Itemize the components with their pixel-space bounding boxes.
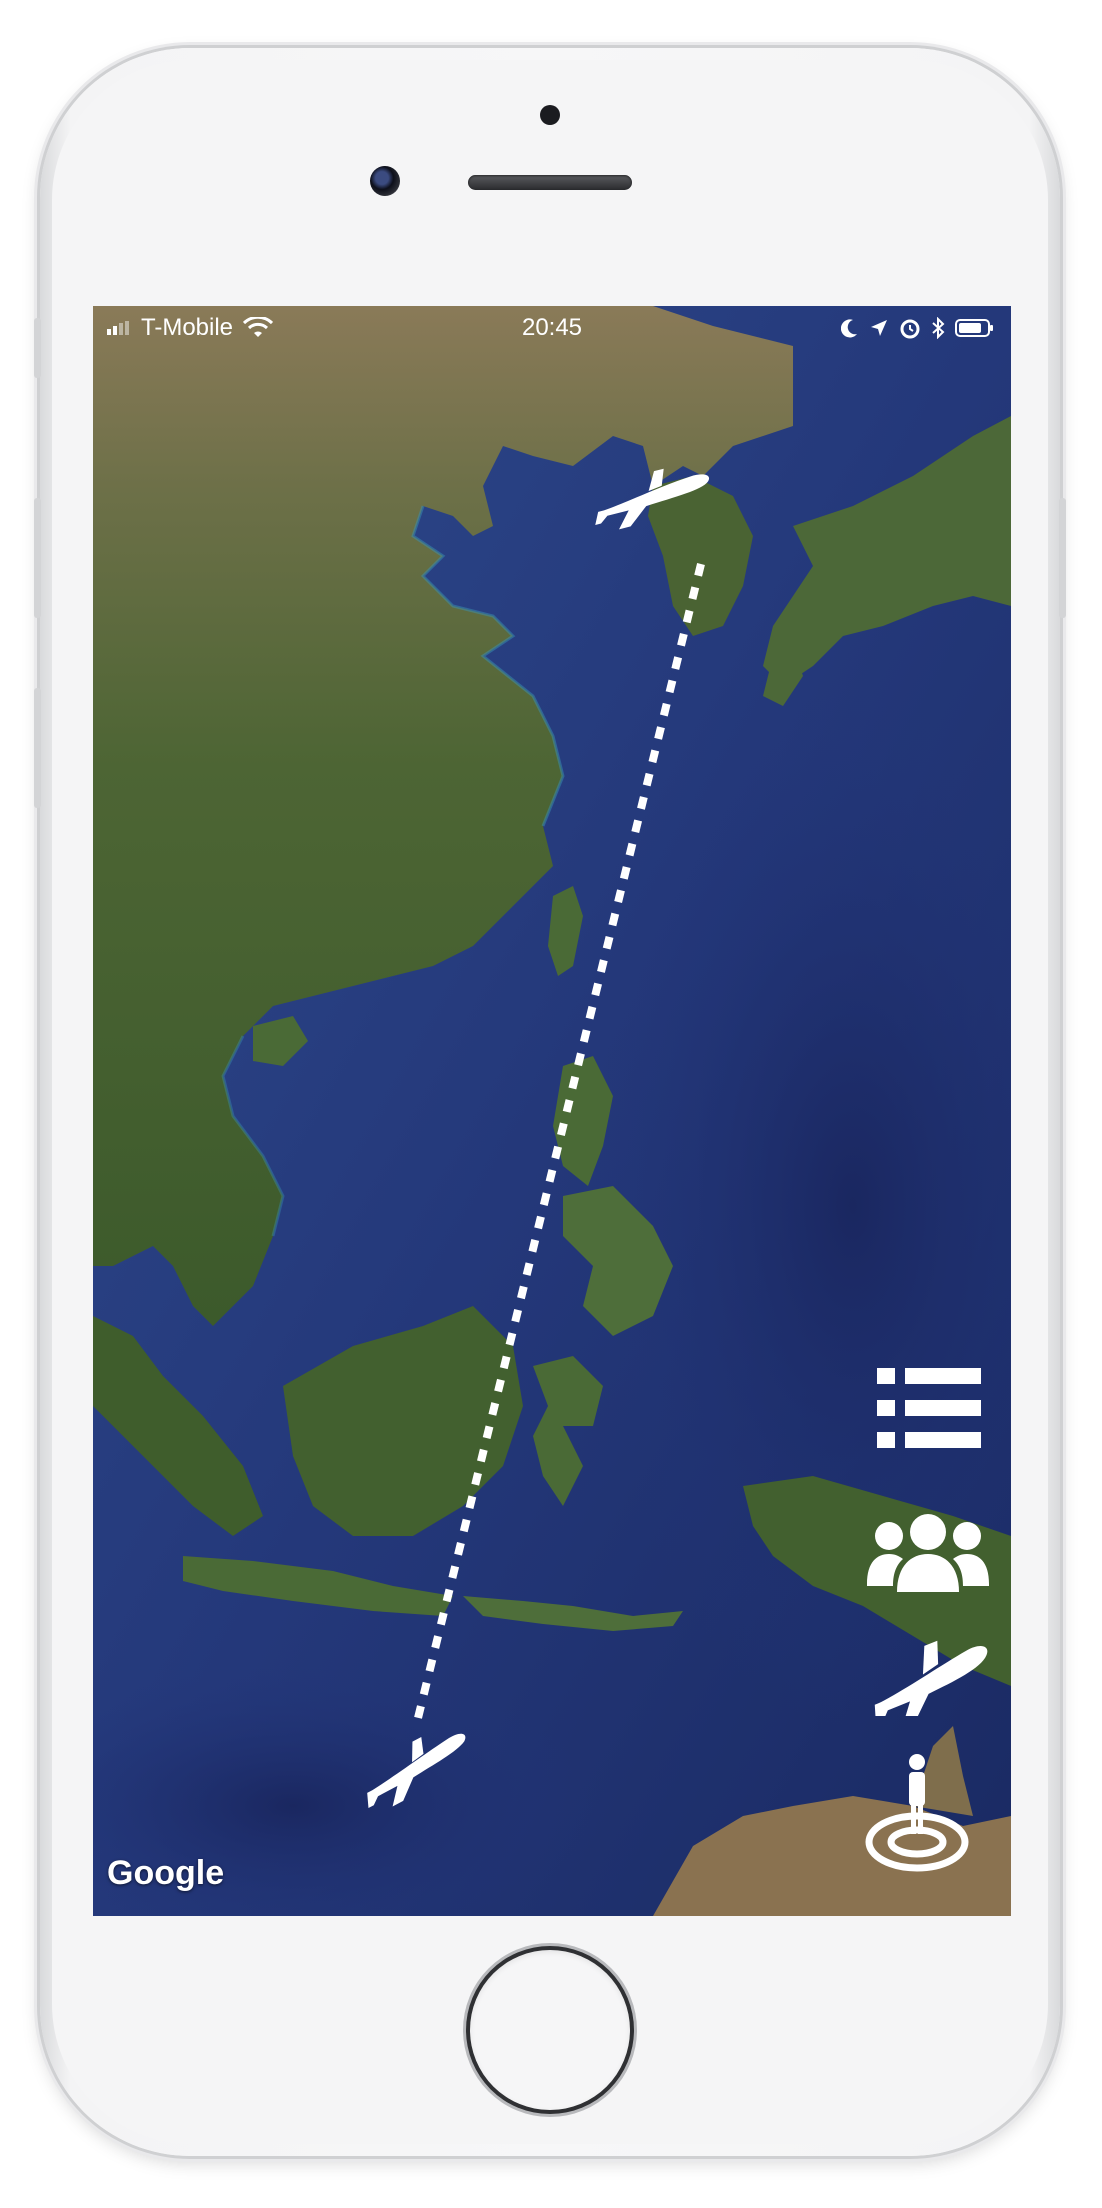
- screen: T-Mobile 20:45 Google: [93, 306, 1011, 1916]
- home-button[interactable]: [470, 1950, 630, 2110]
- status-bar-right: [841, 306, 995, 350]
- airplane-icon: [874, 1640, 988, 1726]
- power-button: [1059, 498, 1066, 618]
- moon-icon: [841, 319, 857, 338]
- volume-down-button: [34, 688, 41, 808]
- google-attribution: Google: [107, 1854, 225, 1892]
- flight-button[interactable]: [865, 1636, 995, 1726]
- group-icon: [867, 1514, 989, 1592]
- group-button[interactable]: [867, 1514, 989, 1594]
- volume-up-button: [34, 498, 41, 618]
- mute-switch: [34, 318, 41, 378]
- list-button[interactable]: [877, 1366, 983, 1450]
- front-camera: [370, 166, 400, 196]
- proximity-sensor: [540, 105, 560, 125]
- battery-icon: [955, 319, 993, 337]
- earpiece-speaker: [468, 175, 632, 190]
- location-arrow-icon: [871, 320, 887, 336]
- status-bar: T-Mobile 20:45: [93, 306, 1011, 350]
- my-location-button[interactable]: [865, 1754, 969, 1872]
- my-location-icon: [865, 1754, 969, 1872]
- bluetooth-icon: [932, 317, 945, 339]
- alarm-icon: [900, 319, 920, 339]
- list-icon: [877, 1368, 981, 1448]
